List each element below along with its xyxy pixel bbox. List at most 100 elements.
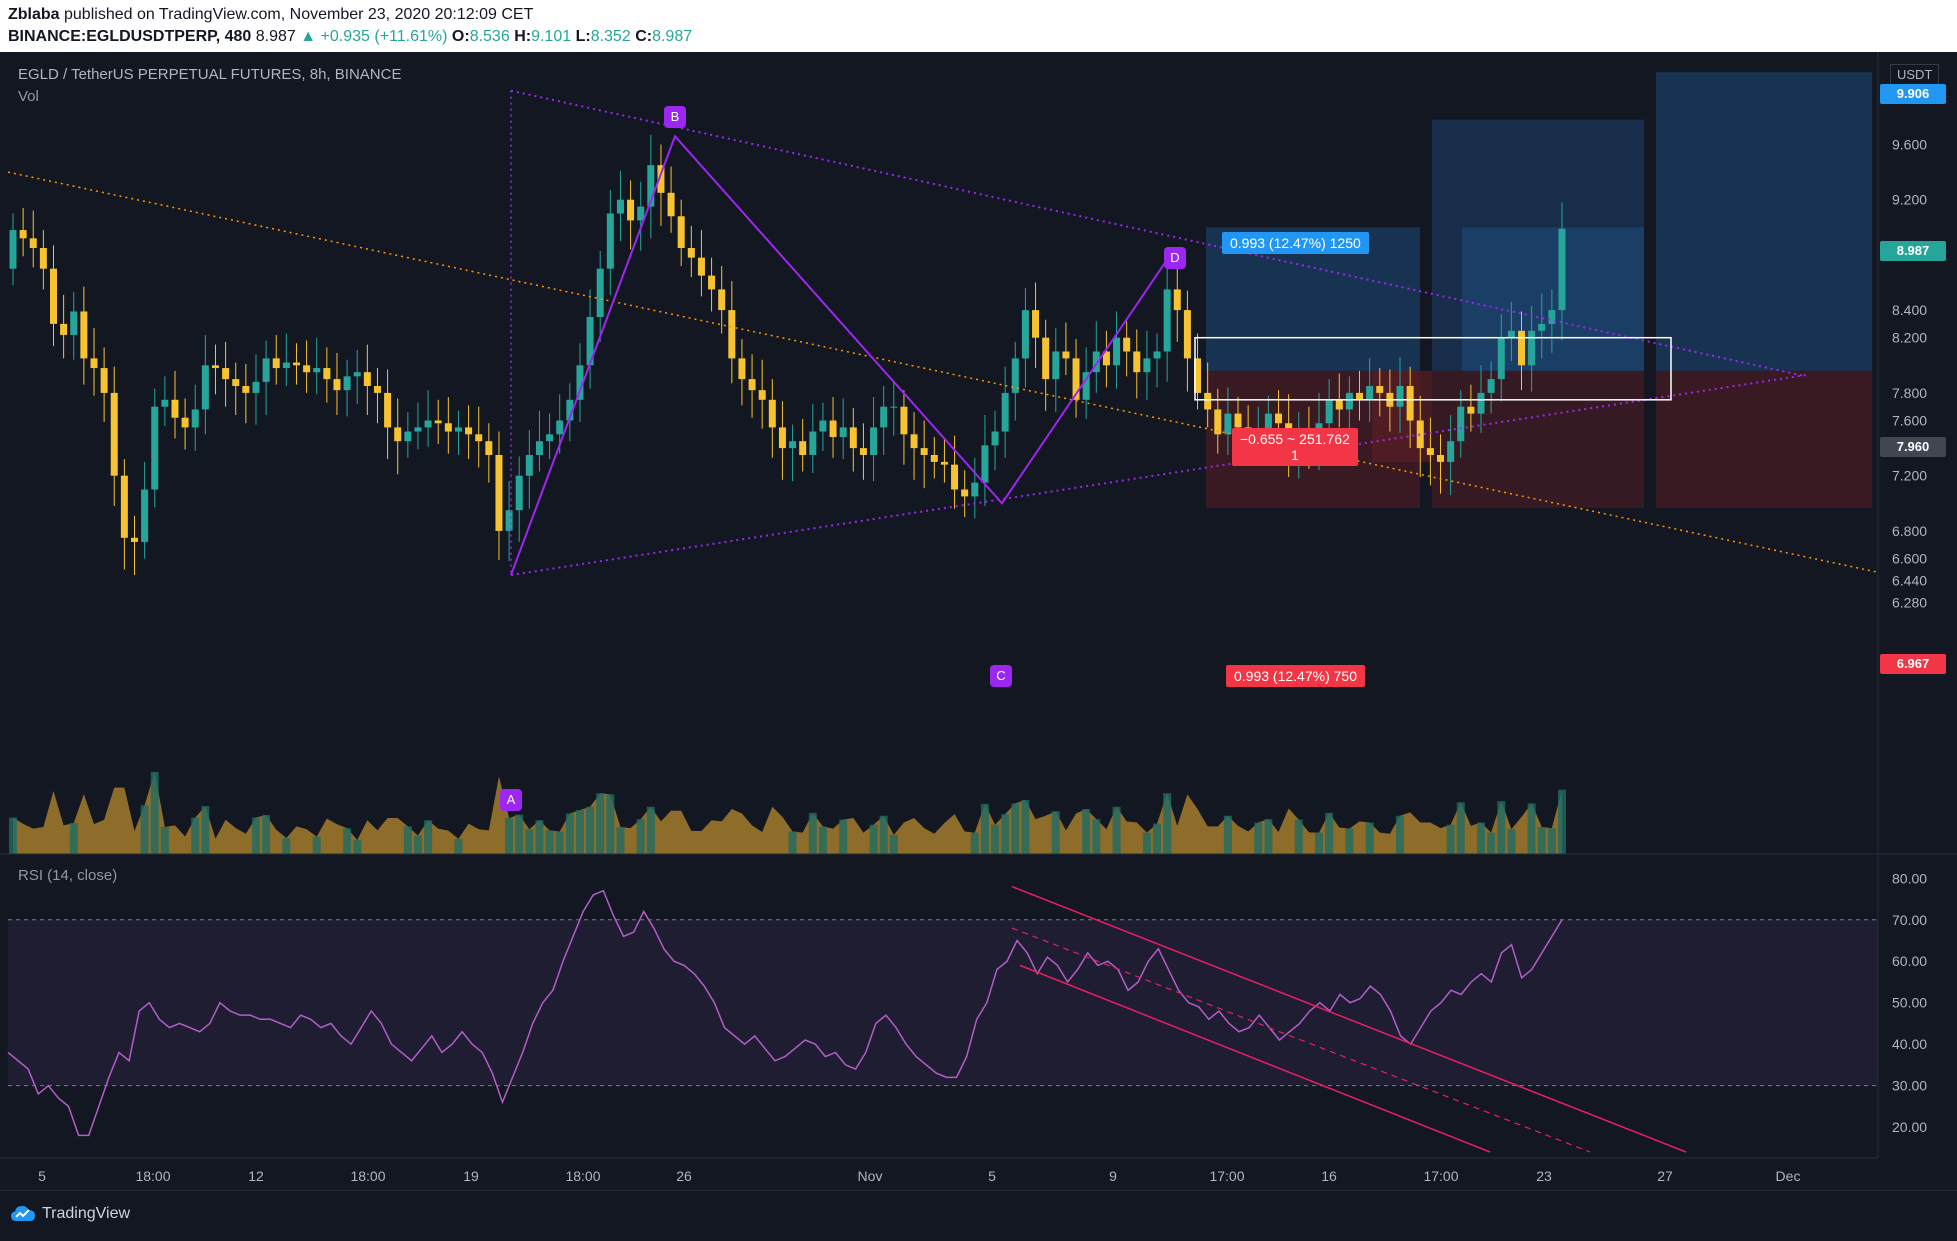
time-tick-label: 5: [988, 1168, 996, 1184]
volume-bar: [424, 820, 433, 854]
candle-body: [637, 206, 645, 221]
candle-body: [535, 441, 543, 455]
price-tick-label: 7.600: [1892, 413, 1927, 429]
author-name[interactable]: Zblaba: [8, 6, 60, 23]
volume-bar: [1558, 789, 1566, 854]
candle-body: [1001, 392, 1009, 432]
currency-unit[interactable]: USDT: [1890, 64, 1940, 85]
candle-body: [890, 406, 898, 408]
volume-bar: [1477, 822, 1486, 854]
candle-body: [1123, 337, 1131, 352]
pattern-point-d[interactable]: D: [1164, 247, 1186, 269]
candle-body: [1396, 386, 1404, 407]
candle-body: [728, 310, 736, 359]
stop-price-badge: 6.967: [1880, 654, 1946, 674]
candle-body: [49, 268, 57, 324]
pattern-point-a[interactable]: A: [500, 789, 522, 811]
high-value: 9.101: [531, 28, 572, 45]
candle-body: [19, 230, 27, 239]
rsi-tick-label: 20.00: [1892, 1119, 1927, 1135]
volume-bar: [160, 827, 169, 854]
symbol-name: BINANCE:EGLDUSDTPERP, 480: [8, 28, 252, 45]
candle-body: [819, 420, 827, 432]
candle-body: [697, 257, 705, 276]
high-label: H:: [514, 28, 532, 45]
volume-bar: [565, 813, 574, 854]
candle-body: [789, 441, 797, 449]
candle-body: [282, 362, 290, 369]
tradingview-cloud-icon: [11, 1206, 35, 1221]
candle-body: [1416, 420, 1424, 449]
symbol-ohlc-line: BINANCE:EGLDUSDTPERP, 480 8.987 ▲ +0.935…: [8, 28, 692, 46]
candle-body: [1345, 392, 1353, 410]
volume-bar: [1153, 823, 1162, 854]
candle-body: [1032, 310, 1040, 338]
candle-body: [232, 379, 240, 386]
candle-body: [454, 427, 462, 432]
candle-body: [485, 441, 493, 455]
stop-info-box[interactable]: 0.993 (12.47%) 750: [1226, 665, 1365, 687]
candle-body: [303, 365, 311, 373]
candle-body: [333, 379, 341, 391]
volume-bar: [1021, 800, 1030, 854]
candle-body: [434, 420, 442, 424]
candle-body: [292, 362, 300, 366]
price-chart[interactable]: 9.6009.2008.8008.4008.2007.8007.6007.400…: [0, 52, 1957, 1190]
price-tick-label: 6.800: [1892, 523, 1927, 539]
volume-bar: [889, 834, 898, 854]
tradingview-logo[interactable]: TradingView: [10, 1205, 130, 1223]
volume-bar: [140, 805, 149, 854]
candle-body: [141, 489, 149, 542]
volume-bar: [545, 830, 554, 854]
volume-bar: [879, 815, 888, 854]
rsi-tick-label: 70.00: [1892, 912, 1927, 928]
candle-body: [1457, 406, 1465, 442]
candle-body: [1113, 337, 1121, 366]
price-tick-label: 6.440: [1892, 573, 1927, 589]
price-tick-label: 7.800: [1892, 385, 1927, 401]
volume-bar: [191, 817, 200, 854]
candle-body: [414, 427, 422, 432]
candle-body: [778, 427, 786, 449]
candle-body: [1477, 392, 1485, 414]
time-tick-label: 18:00: [350, 1168, 385, 1184]
target-info-box[interactable]: 0.993 (12.47%) 1250: [1222, 232, 1369, 254]
candle-body: [799, 441, 807, 455]
price-tick-label: 8.400: [1892, 302, 1927, 318]
candle-body: [1487, 379, 1495, 393]
pnl-info-box[interactable]: −0.655 ~ 251.762 1: [1232, 428, 1358, 466]
candle-body: [80, 311, 88, 359]
current-price-badge: 8.987: [1880, 241, 1946, 261]
volume-bar: [980, 803, 989, 854]
footer-bar: TradingView: [0, 1190, 1957, 1241]
candle-body: [1325, 399, 1333, 424]
volume-bar: [869, 824, 878, 854]
candle-body: [1335, 399, 1343, 410]
volume-bar: [1082, 809, 1091, 854]
time-tick-label: 17:00: [1209, 1168, 1244, 1184]
candle-body: [39, 248, 47, 269]
candle-body: [1366, 386, 1374, 400]
candle-body: [272, 358, 280, 369]
published-text: published on TradingView.com, November 2…: [59, 6, 534, 23]
pattern-point-c[interactable]: C: [990, 665, 1012, 687]
last-price: 8.987: [255, 28, 296, 45]
candle-body: [1518, 330, 1526, 366]
entry-price-badge: 7.960: [1880, 437, 1946, 457]
volume-bar: [1294, 819, 1303, 854]
volume-bar: [1547, 828, 1556, 854]
volume-bar: [1223, 815, 1232, 854]
candle-body: [211, 365, 219, 369]
candle-body: [1062, 351, 1070, 359]
time-tick-label: 19: [463, 1168, 479, 1184]
candle-body: [90, 358, 98, 369]
candle-body: [910, 434, 918, 449]
candle-body: [971, 482, 979, 497]
volume-bar: [535, 820, 544, 854]
volume-bar: [1325, 812, 1334, 854]
candle-body: [870, 427, 878, 455]
pattern-point-b[interactable]: B: [664, 106, 686, 128]
volume-bar: [505, 818, 514, 854]
candle-body: [1042, 337, 1050, 380]
candle-body: [1224, 413, 1232, 435]
